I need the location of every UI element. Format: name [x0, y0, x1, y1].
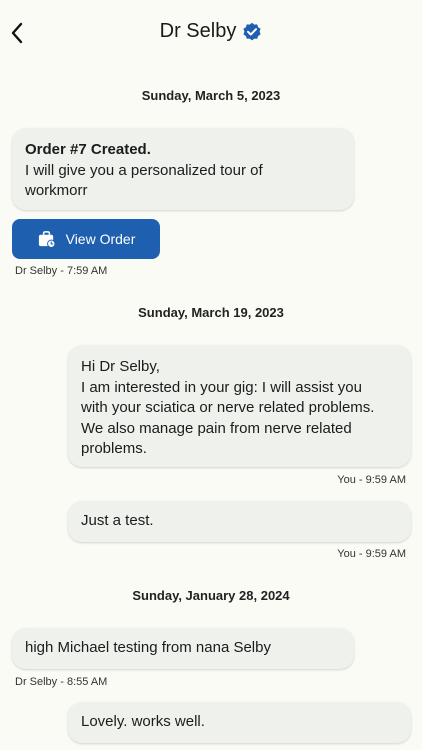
- outgoing-message: Hi Dr Selby, I am interested in your gig…: [68, 345, 411, 467]
- order-created-message: Order #7 Created. I will give you a pers…: [12, 128, 354, 210]
- message-text-line: We also manage pain from nerve related: [81, 419, 352, 437]
- outgoing-message: Lovely. works well.: [68, 702, 411, 743]
- message-text-line: problems.: [81, 440, 147, 457]
- message-text-line: with your sciatica or nerve related prob…: [81, 399, 375, 416]
- chat-header: Dr Selby: [0, 0, 422, 66]
- view-order-button[interactable]: View Order: [12, 219, 160, 259]
- message-meta: Dr Selby - 7:59 AM: [15, 265, 108, 277]
- chat-title: Dr Selby: [159, 20, 237, 42]
- order-title: Order #7 Created.: [25, 141, 151, 158]
- message-meta: Dr Selby - 8:55 AM: [15, 676, 108, 688]
- message-meta: You - 9:59 AM: [337, 548, 406, 560]
- date-separator: Sunday, January 28, 2024: [132, 588, 290, 603]
- message-text-line: workmorr: [25, 182, 88, 199]
- view-order-label: View Order: [65, 231, 136, 247]
- message-meta: You - 9:59 AM: [337, 474, 406, 486]
- date-separator: Sunday, March 19, 2023: [138, 305, 284, 320]
- message-text-line: Hi Dr Selby,: [81, 358, 160, 375]
- message-text-line: I will give you a personalized tour of: [25, 161, 263, 179]
- message-text: high Michael testing from nana Selby: [25, 639, 271, 656]
- outgoing-message: Just a test.: [68, 501, 411, 542]
- message-text: Just a test.: [81, 512, 154, 529]
- shopping-bag-clock-icon: [38, 230, 56, 248]
- chat-title-group: Dr Selby: [0, 20, 422, 43]
- message-text: Lovely. works well.: [81, 713, 205, 730]
- incoming-message: high Michael testing from nana Selby: [12, 628, 354, 669]
- message-text-line: I am interested in your gig: I will assi…: [81, 378, 362, 396]
- date-separator: Sunday, March 5, 2023: [141, 88, 281, 103]
- verified-badge-icon: [243, 22, 261, 40]
